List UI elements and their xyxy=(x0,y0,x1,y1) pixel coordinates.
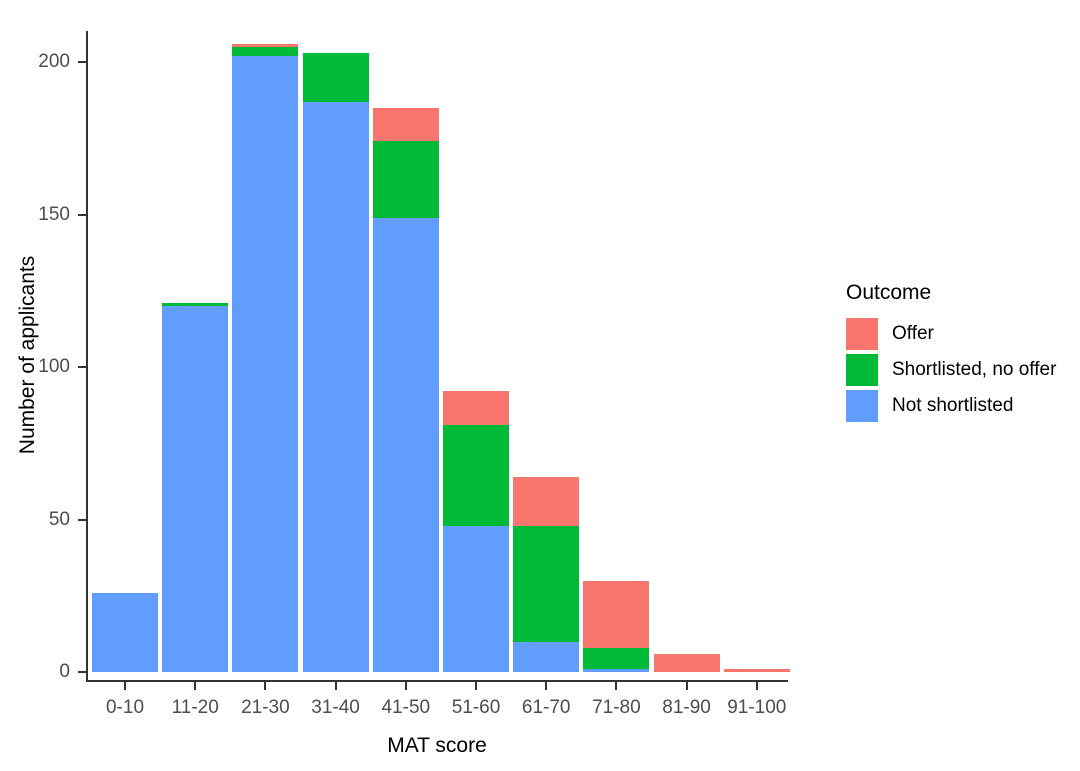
bar-chart: Number of applicants 0 50 100 150 200 0-10 11… xyxy=(0,0,1080,771)
bar-group[interactable] xyxy=(302,52,369,672)
bar-group[interactable] xyxy=(443,391,509,672)
bar-segment[interactable] xyxy=(232,46,299,56)
y-axis-tick-label: 0 xyxy=(59,661,70,682)
bar-group[interactable] xyxy=(513,476,580,672)
bar-group[interactable] xyxy=(232,43,299,672)
y-axis-tick-label: 200 xyxy=(38,51,70,72)
y-axis-tick xyxy=(78,61,86,63)
bar-group[interactable] xyxy=(372,107,439,672)
legend-item[interactable]: Shortlisted, no offer xyxy=(846,353,1066,387)
bar-segment[interactable] xyxy=(443,525,509,672)
bar-group[interactable] xyxy=(653,653,720,672)
bar-group[interactable] xyxy=(92,592,158,672)
bar-segment[interactable] xyxy=(372,217,439,672)
legend-item-label: Offer xyxy=(892,323,934,344)
x-axis-tick xyxy=(194,682,197,690)
x-axis-tick xyxy=(685,682,688,690)
bar-segment[interactable] xyxy=(162,302,229,306)
legend-title: Outcome xyxy=(846,281,932,304)
x-axis-tick xyxy=(755,682,758,690)
bar-segment[interactable] xyxy=(443,391,509,425)
bar-segment[interactable] xyxy=(583,668,650,672)
x-axis-tick xyxy=(545,682,548,690)
x-axis-tick xyxy=(404,682,407,690)
bar-segment[interactable] xyxy=(92,592,158,672)
bar-segment[interactable] xyxy=(372,141,439,218)
bar-segment[interactable] xyxy=(232,43,299,47)
bar-group[interactable] xyxy=(583,580,650,672)
bar-segment[interactable] xyxy=(513,525,580,642)
chart-legend: Outcome Offer Shortlisted, no offer Not sh… xyxy=(846,280,1066,425)
bar-segment[interactable] xyxy=(513,476,580,526)
legend-item-label: Shortlisted, no offer xyxy=(892,359,1057,380)
bar-segment[interactable] xyxy=(302,101,369,672)
bar-group[interactable] xyxy=(723,668,790,672)
y-axis-tick xyxy=(78,518,86,521)
y-axis-tick-label: 100 xyxy=(38,356,70,377)
bar-segment[interactable] xyxy=(443,424,509,526)
x-axis-tick xyxy=(615,682,618,690)
bar-segment[interactable] xyxy=(372,107,439,142)
x-axis-tick xyxy=(475,682,477,690)
x-axis-line xyxy=(86,680,788,682)
x-axis-tick-label: 91-100 xyxy=(727,697,787,718)
x-axis-tick xyxy=(334,682,337,690)
x-axis-tick xyxy=(264,682,267,690)
legend-item[interactable]: Not shortlisted xyxy=(846,389,1066,423)
bar-segment[interactable] xyxy=(162,306,229,672)
y-axis-tick xyxy=(78,671,86,673)
bar-segment[interactable] xyxy=(513,641,580,672)
bar-segment[interactable] xyxy=(583,580,650,648)
legend-item[interactable]: Offer xyxy=(846,317,1066,351)
y-axis-tick-label: 150 xyxy=(38,203,70,225)
bar-segment[interactable] xyxy=(723,668,790,672)
plot-panel xyxy=(88,20,790,672)
bar-segment[interactable] xyxy=(653,653,720,672)
bar-segment[interactable] xyxy=(302,52,369,102)
bar-group[interactable] xyxy=(162,302,229,672)
legend-item-label: Not shortlisted xyxy=(892,395,1014,416)
legend-swatch-not-shortlisted xyxy=(846,390,878,422)
legend-items: Offer Shortlisted, no offer Not shortliste… xyxy=(846,317,1066,423)
bar-segment[interactable] xyxy=(583,647,650,669)
y-axis-title: Number of applicants xyxy=(16,255,39,455)
legend-swatch-offer xyxy=(846,318,878,350)
x-axis-title: MAT score xyxy=(387,734,487,757)
y-axis-tick xyxy=(78,366,86,368)
y-axis-tick-label: 50 xyxy=(48,508,70,530)
bar-segment[interactable] xyxy=(232,55,299,672)
x-axis-tick xyxy=(124,682,126,690)
y-axis-tick xyxy=(78,213,86,216)
legend-swatch-shortlisted-no-offer xyxy=(846,354,878,386)
